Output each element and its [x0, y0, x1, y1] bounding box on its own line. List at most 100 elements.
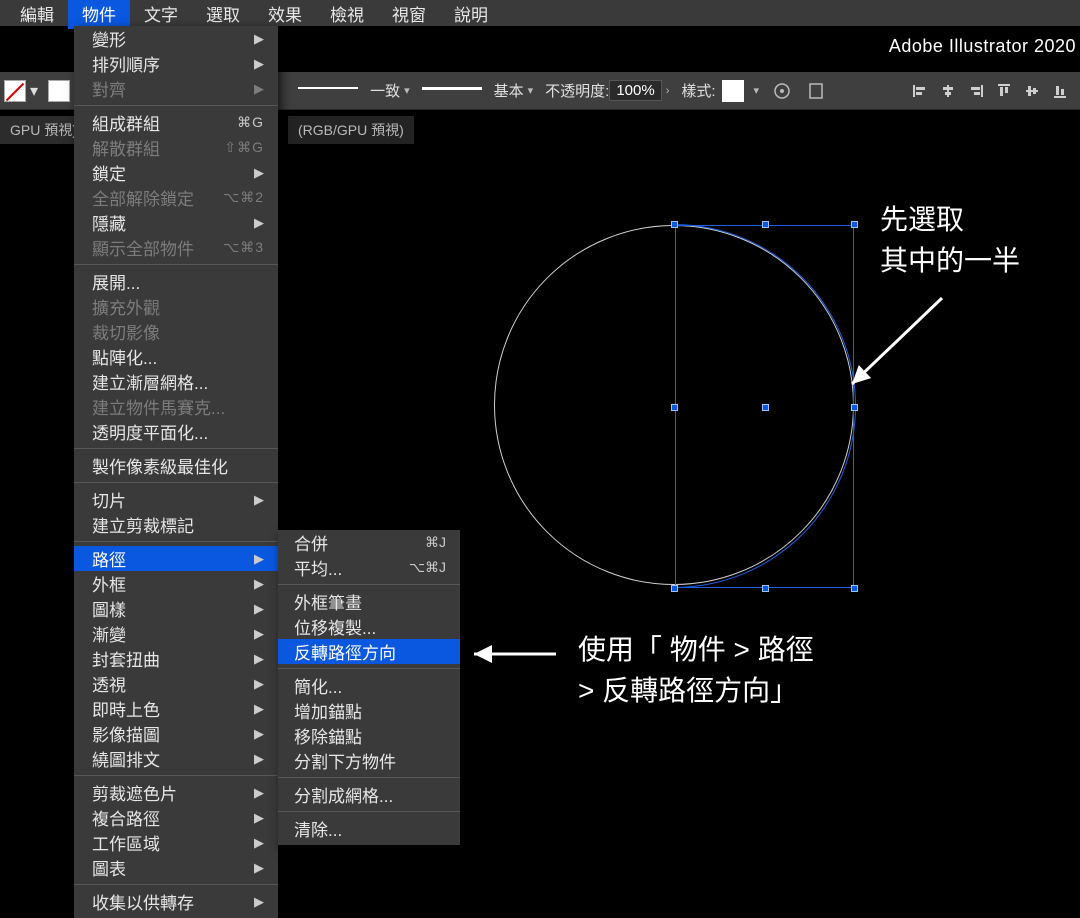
selection-center[interactable]	[762, 404, 769, 411]
menu-item[interactable]: 製作像素級最佳化	[74, 453, 278, 478]
menu-item[interactable]: 工作區域▶	[74, 830, 278, 855]
menu-item[interactable]: 切片▶	[74, 487, 278, 512]
menu-item[interactable]: 外框▶	[74, 571, 278, 596]
menu-item-label: 圖表	[92, 855, 126, 880]
menu-item[interactable]: 隱藏▶	[74, 210, 278, 235]
chevron-right-icon[interactable]: ›	[666, 85, 670, 97]
menu-separator	[74, 448, 278, 449]
arrow-icon	[842, 298, 952, 403]
menu-select[interactable]: 選取	[192, 0, 254, 29]
submenu-item[interactable]: 分割成網格...	[278, 782, 460, 807]
submenu-item[interactable]: 分割下方物件	[278, 748, 460, 773]
submenu-item[interactable]: 移除錨點	[278, 723, 460, 748]
chevron-down-icon[interactable]: ▾	[30, 81, 38, 101]
menu-item[interactable]: 透視 ▶	[74, 671, 278, 696]
stroke-profile-preview[interactable]	[298, 87, 358, 95]
opacity-value[interactable]: 100%	[609, 80, 661, 101]
fill-swatch[interactable]	[4, 80, 26, 102]
menu-item[interactable]: 封套扭曲▶	[74, 646, 278, 671]
menu-effect[interactable]: 效果	[254, 0, 316, 29]
menu-item[interactable]: 建立剪裁標記	[74, 512, 278, 537]
document-tab-rgb[interactable]: (RGB/GPU 預視)	[288, 116, 414, 144]
menu-item-label: 收集以供轉存	[92, 889, 194, 914]
submenu-item[interactable]: 合併⌘J	[278, 530, 460, 555]
stroke-swatch[interactable]	[48, 80, 70, 102]
menu-item[interactable]: 路徑▶	[74, 546, 278, 571]
menu-item-label: 建立漸層網格...	[92, 369, 208, 394]
menu-item[interactable]: 變形▶	[74, 26, 278, 51]
stroke-profile-dropdown[interactable]: 一致 ▾	[370, 80, 410, 101]
menu-type[interactable]: 文字	[130, 0, 192, 29]
menu-item-label: 全部解除鎖定	[92, 185, 194, 210]
menu-shortcut: ⌥⌘3	[223, 239, 264, 256]
menu-item: 顯示全部物件 ⌥⌘3	[74, 235, 278, 260]
menu-item[interactable]: 建立漸層網格...	[74, 369, 278, 394]
submenu-item[interactable]: 增加錨點	[278, 698, 460, 723]
submenu-item[interactable]: 外框筆畫	[278, 589, 460, 614]
menu-item[interactable]: 圖表▶	[74, 855, 278, 880]
menu-item-label: 透視	[92, 671, 126, 696]
menu-item[interactable]: 展開...	[74, 269, 278, 294]
align-left-icon[interactable]	[908, 80, 932, 102]
selection-handle[interactable]	[851, 221, 858, 228]
menu-separator	[74, 105, 278, 106]
style-swatch[interactable]	[722, 80, 744, 102]
brush-preview[interactable]	[422, 87, 482, 95]
menu-item-label: 顯示全部物件	[92, 235, 194, 260]
align-bottom-icon[interactable]	[1048, 80, 1072, 102]
selection-handle[interactable]	[671, 585, 678, 592]
menu-item-label: 解散群組	[92, 135, 160, 160]
menu-item-label: 外框	[92, 571, 126, 596]
fill-swatch-group[interactable]: ▾	[4, 80, 38, 102]
menu-object[interactable]: 物件	[68, 0, 130, 29]
menu-item[interactable]: 組成群組⌘G	[74, 110, 278, 135]
menu-window[interactable]: 視窗	[378, 0, 440, 29]
menu-separator	[278, 777, 460, 778]
recolor-icon[interactable]	[767, 78, 797, 104]
menu-edit[interactable]: 編輯	[6, 0, 68, 29]
submenu-item[interactable]: 位移複製...	[278, 614, 460, 639]
submenu-item[interactable]: 簡化...	[278, 673, 460, 698]
align-hcenter-icon[interactable]	[936, 80, 960, 102]
menu-item: 解散群組⇧⌘G	[74, 135, 278, 160]
menu-item-label: 點陣化...	[92, 344, 157, 369]
selection-handle[interactable]	[851, 404, 858, 411]
selection-handle[interactable]	[851, 585, 858, 592]
align-top-icon[interactable]	[992, 80, 1016, 102]
menu-item[interactable]: 點陣化...	[74, 344, 278, 369]
menu-help[interactable]: 說明	[440, 0, 502, 29]
menu-item-label: 變形	[92, 26, 126, 51]
menu-item[interactable]: 繞圖排文▶	[74, 746, 278, 771]
submenu-item[interactable]: 平均...⌥⌘J	[278, 555, 460, 580]
menu-item[interactable]: 透明度平面化...	[74, 419, 278, 444]
document-setup-icon[interactable]	[801, 78, 831, 104]
selection-handle[interactable]	[762, 585, 769, 592]
menu-item[interactable]: 複合路徑▶	[74, 805, 278, 830]
menu-item[interactable]: 圖樣▶	[74, 596, 278, 621]
align-right-icon[interactable]	[964, 80, 988, 102]
menu-item[interactable]: 即時上色▶	[74, 696, 278, 721]
opacity-label: 不透明度:	[545, 80, 609, 101]
submenu-item[interactable]: 清除...	[278, 816, 460, 841]
menu-item[interactable]: 收集以供轉存▶	[74, 889, 278, 914]
menu-view[interactable]: 檢視	[316, 0, 378, 29]
brush-dropdown[interactable]: 基本 ▾	[494, 80, 534, 101]
align-vcenter-icon[interactable]	[1020, 80, 1044, 102]
menu-item-label: 對齊	[92, 76, 126, 101]
selection-bounding-box[interactable]	[675, 225, 854, 588]
style-dropdown[interactable]: 樣式: ▾	[681, 80, 759, 102]
selection-handle[interactable]	[762, 221, 769, 228]
menu-item[interactable]: 鎖定▶	[74, 160, 278, 185]
opacity-field[interactable]: 不透明度: 100% ›	[545, 80, 669, 101]
menu-item[interactable]: 剪裁遮色片▶	[74, 780, 278, 805]
submenu-item-label: 外框筆畫	[294, 589, 362, 614]
menu-separator	[74, 264, 278, 265]
menu-item[interactable]: 排列順序▶	[74, 51, 278, 76]
menu-item[interactable]: 影像描圖▶	[74, 721, 278, 746]
menu-item[interactable]: 漸變▶	[74, 621, 278, 646]
submenu-arrow-icon: ▶	[254, 676, 264, 692]
selection-handle[interactable]	[671, 221, 678, 228]
selection-handle[interactable]	[671, 404, 678, 411]
submenu-item[interactable]: 反轉路徑方向	[278, 639, 460, 664]
menu-separator	[74, 482, 278, 483]
